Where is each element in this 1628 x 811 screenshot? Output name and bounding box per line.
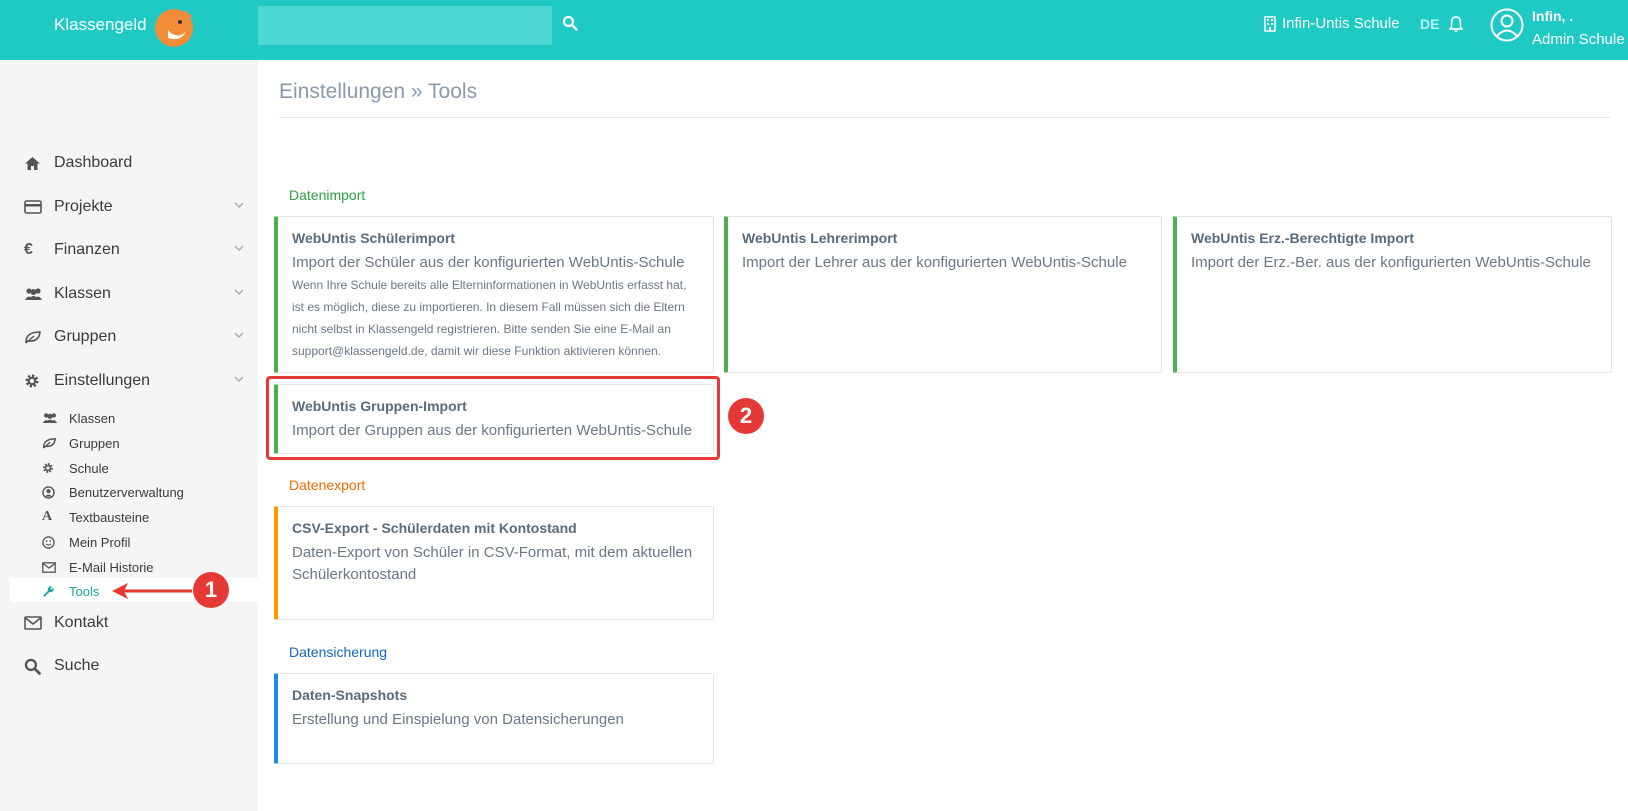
card-csv-export[interactable]: CSV-Export - Schülerdaten mit Kontostand…: [274, 506, 714, 620]
sidebar-item-einstellungen[interactable]: Einstellungen: [24, 368, 250, 394]
sidebar-item-dashboard[interactable]: Dashboard: [24, 150, 250, 176]
chevron-down-icon: [234, 245, 244, 251]
sidebar-subitem-benutzerverwaltung[interactable]: Benutzerverwaltung: [42, 482, 250, 502]
sidebar-subitem-klassen[interactable]: Klassen: [42, 408, 250, 428]
sidebar-subitem-label: Schule: [69, 460, 109, 476]
card-webuntis-erz-berechtigte-import[interactable]: WebUntis Erz.-Berechtigte Import Import …: [1173, 216, 1612, 373]
search-icon[interactable]: [562, 15, 578, 31]
card-title: WebUntis Lehrerimport: [742, 230, 898, 246]
sidebar-subitem-label: Tools: [69, 583, 100, 599]
language-switch[interactable]: DE: [1420, 16, 1439, 32]
sidebar-item-finanzen[interactable]: € Finanzen: [24, 237, 250, 263]
card-webuntis-schuelerimport[interactable]: WebUntis Schülerimport Import der Schüle…: [274, 216, 714, 373]
breadcrumb-divider: [279, 117, 1611, 118]
font-icon: A: [42, 509, 53, 524]
fox-logo-icon[interactable]: [150, 4, 200, 48]
users-icon: [25, 288, 42, 300]
sidebar-subitem-textbausteine[interactable]: A Textbausteine: [42, 507, 250, 527]
sidebar-subitem-label: E-Mail Historie: [69, 559, 154, 575]
sidebar-item-projekte[interactable]: Projekte: [24, 194, 250, 220]
sidebar-subitem-label: Gruppen: [69, 435, 120, 451]
sidebar-item-kontakt[interactable]: Kontakt: [24, 610, 250, 636]
chevron-down-icon: [234, 332, 244, 338]
school-name: Infin-Untis Schule: [1282, 15, 1400, 32]
school-selector[interactable]: Infin-Untis Schule: [1264, 15, 1400, 32]
annotation-marker-2: 2: [728, 398, 764, 434]
card-title: WebUntis Erz.-Berechtigte Import: [1191, 230, 1414, 246]
chevron-down-icon: [234, 289, 244, 295]
envelope-icon: [42, 561, 56, 573]
card-description: Daten-Export von Schüler in CSV-Format, …: [292, 544, 693, 583]
sidebar-item-suche[interactable]: Suche: [24, 653, 250, 679]
sidebar-item-label: Einstellungen: [54, 372, 151, 389]
gear-icon: [43, 463, 53, 473]
annotation-marker-1: 1: [193, 572, 229, 608]
search-icon: [24, 658, 41, 675]
section-title-datenexport: Datenexport: [289, 477, 366, 493]
card-webuntis-lehrerimport[interactable]: WebUntis Lehrerimport Import der Lehrer …: [724, 216, 1162, 373]
sidebar-subitem-label: Textbausteine: [69, 509, 150, 525]
sidebar-subitem-schule[interactable]: Schule: [42, 458, 250, 478]
sidebar-subitem-mein-profil[interactable]: Mein Profil: [42, 532, 250, 552]
sidebar-item-label: Klassen: [54, 285, 111, 302]
sidebar-item-label: Finanzen: [54, 241, 120, 258]
card-icon: [24, 200, 42, 214]
sidebar-subitem-label: Klassen: [69, 410, 116, 426]
highlight-box: [266, 376, 720, 460]
sidebar-subitem-gruppen[interactable]: Gruppen: [42, 433, 250, 453]
logo-text[interactable]: Klassengeld: [54, 15, 147, 35]
sidebar-item-klassen[interactable]: Klassen: [24, 281, 250, 307]
card-note: Wenn Ihre Schule bereits alle Elterninfo…: [292, 278, 687, 358]
sidebar-item-label: Suche: [54, 657, 100, 674]
home-icon: [25, 156, 40, 170]
euro-icon: €: [24, 241, 33, 258]
leaf-icon: [42, 438, 56, 449]
envelope-icon: [24, 616, 42, 630]
sidebar-subitem-label: Benutzerverwaltung: [69, 484, 184, 500]
gear-icon: [25, 374, 39, 388]
sidebar-item-label: Dashboard: [54, 154, 133, 171]
top-bar: Klassengeld Infin-Untis Schule DE Infin,…: [0, 0, 1628, 60]
sidebar-item-label: Projekte: [54, 198, 113, 215]
building-icon: [1264, 15, 1276, 32]
user-circle-icon: [42, 485, 55, 499]
search-input[interactable]: [258, 6, 552, 45]
breadcrumb: Einstellungen » Tools: [279, 80, 478, 103]
card-daten-snapshots[interactable]: Daten-Snapshots Erstellung und Einspielu…: [274, 673, 714, 764]
card-title: WebUntis Schülerimport: [292, 230, 456, 246]
card-description: Import der Lehrer aus der konfigurierten…: [742, 254, 1127, 271]
sidebar-item-label: Kontakt: [54, 614, 109, 631]
card-description: Import der Erz.-Ber. aus der konfigurier…: [1191, 254, 1591, 271]
section-title-datensicherung: Datensicherung: [289, 644, 388, 660]
card-title: Daten-Snapshots: [292, 687, 408, 703]
annotation-arrow-icon: [112, 583, 192, 599]
sidebar-subitem-label: Mein Profil: [69, 534, 131, 550]
card-description: Erstellung und Einspielung von Datensich…: [292, 711, 624, 728]
wrench-icon: [43, 585, 54, 597]
section-title-datenimport: Datenimport: [289, 187, 366, 203]
user-role: Admin Schule: [1532, 31, 1625, 48]
user-name[interactable]: Infin, .: [1532, 8, 1573, 24]
smile-icon: [42, 535, 55, 549]
sidebar-item-label: Gruppen: [54, 328, 117, 345]
sidebar-item-gruppen[interactable]: Gruppen: [24, 324, 250, 350]
user-avatar-icon[interactable]: [1490, 8, 1524, 42]
users-icon: [42, 413, 58, 424]
leaf-icon: [25, 331, 41, 344]
bell-icon[interactable]: [1448, 15, 1464, 33]
card-description: Import der Schüler aus der konfigurierte…: [292, 254, 685, 271]
card-title: CSV-Export - Schülerdaten mit Kontostand: [292, 520, 577, 536]
chevron-down-icon: [234, 202, 244, 208]
chevron-down-icon: [234, 376, 244, 382]
